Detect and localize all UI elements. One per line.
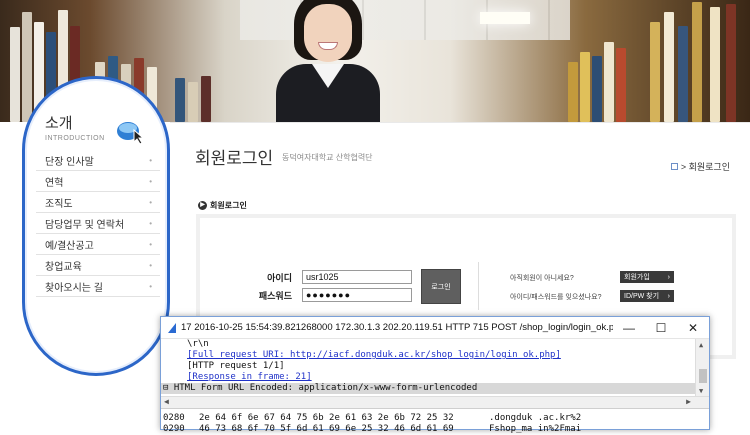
packet-tree-pane[interactable]: \r\n [Full request URI: http://iacf.dong… — [161, 339, 709, 409]
sidebar-item-organization[interactable]: 조직도 • — [36, 192, 160, 213]
id-input[interactable]: usr1025 — [302, 270, 412, 284]
scroll-left-icon[interactable]: ◀ — [164, 397, 169, 406]
tree-row-link[interactable]: [Full request URI: http://iacf.dongduk.a… — [161, 350, 709, 361]
sidebar-item-label: 예/결산공고 — [45, 240, 94, 252]
sidebar-item-budget[interactable]: 예/결산공고 • — [36, 234, 160, 255]
close-icon[interactable]: ✕ — [677, 321, 709, 335]
bullet-icon: • — [149, 281, 152, 291]
sidebar-header: 소개 INTRODUCTION — [45, 112, 105, 142]
find-button-label: ID/PW 찾기 — [624, 293, 660, 300]
password-label: 패스워드 — [258, 291, 292, 301]
globe-cursor-icon — [117, 122, 145, 144]
tree-row-selected[interactable]: ⊟ HTML Form URL Encoded: application/x-w… — [161, 383, 709, 394]
horizontal-scrollbar[interactable]: ◀ ▶ — [161, 396, 709, 408]
hex-offset: 0280 — [163, 413, 185, 423]
divider — [478, 262, 479, 310]
tree-row[interactable]: [HTTP request 1/1] — [161, 361, 709, 372]
sidebar-item-directions[interactable]: 찾아오시는 길 • — [36, 276, 160, 297]
window-title: 17 2016-10-25 15:54:39.821268000 172.30.… — [181, 322, 613, 333]
sidebar-item-contacts[interactable]: 담당업무 및 연락처 • — [36, 213, 160, 234]
scroll-up-icon[interactable]: ▲ — [699, 341, 703, 349]
chevron-right-icon: › — [667, 292, 670, 300]
sidebar-item-label: 조직도 — [45, 198, 73, 210]
find-id-pw-button[interactable]: ID/PW 찾기 › — [620, 290, 674, 302]
hex-ascii: .dongduk .ac.kr%2 — [489, 413, 582, 423]
id-label: 아이디 — [267, 273, 292, 283]
tree-row[interactable]: \r\n — [161, 339, 709, 350]
maximize-icon[interactable]: ☐ — [645, 321, 677, 335]
join-hint: 아직회원이 아니세요? — [510, 275, 574, 282]
tree-row-link[interactable]: [Response in frame: 21] — [161, 372, 709, 383]
student-photo — [272, 0, 382, 122]
sidebar-item-label: 연혁 — [45, 177, 64, 189]
home-icon[interactable] — [670, 163, 678, 170]
scroll-right-icon[interactable]: ▶ — [686, 397, 691, 406]
sidebar-subtitle: INTRODUCTION — [45, 135, 105, 142]
minimize-icon[interactable]: — — [613, 321, 645, 335]
breadcrumb: > 회원로그인 — [670, 160, 730, 173]
hex-bytes: 2e 64 6f 6e 67 64 75 6b 2e 61 63 2e 6b 7… — [199, 413, 454, 423]
hex-dump-pane[interactable]: 0280 2e 64 6f 6e 67 64 75 6b 2e 61 63 2e … — [161, 409, 709, 435]
bullet-icon: • — [149, 197, 152, 207]
bullet-icon: • — [149, 176, 152, 186]
ceiling-lamp — [480, 12, 530, 24]
sidebar-menu: 단장 인사말 • 연혁 • 조직도 • 담당업무 및 연락처 • 예/결산공고 • 창업교… — [36, 150, 160, 297]
sidebar-item-label: 창업교육 — [45, 261, 82, 273]
bullet-icon: • — [149, 239, 152, 249]
section-label: 회원로그인 — [210, 201, 247, 210]
scroll-thumb[interactable] — [699, 369, 707, 383]
scroll-down-icon[interactable]: ▼ — [699, 387, 703, 395]
find-account-hint: 아이디/패스워드를 잊으셨나요? — [510, 294, 602, 301]
window-titlebar[interactable]: 17 2016-10-25 15:54:39.821268000 172.30.… — [161, 317, 709, 339]
packet-detail-window: 17 2016-10-25 15:54:39.821268000 172.30.… — [160, 316, 710, 434]
sidebar-item-startup-education[interactable]: 창업교육 • — [36, 255, 160, 276]
arrow-circle-icon: ▶ — [198, 201, 207, 210]
sidebar-item-label: 담당업무 및 연락처 — [45, 219, 125, 231]
bullet-icon: • — [149, 260, 152, 270]
sidebar-item-greeting[interactable]: 단장 인사말 • — [36, 150, 160, 171]
sidebar-item-label: 단장 인사말 — [45, 156, 94, 168]
login-button[interactable]: 로그인 — [421, 269, 461, 304]
sidebar-title: 소개 — [45, 115, 73, 132]
page-title: 회원로그인 — [195, 149, 274, 168]
page-subtitle: 동덕여자대학교 산학협력단 — [282, 153, 373, 162]
bullet-icon: • — [149, 218, 152, 228]
hex-row[interactable]: 0280 2e 64 6f 6e 67 64 75 6b 2e 61 63 2e … — [163, 413, 709, 424]
right-bookshelf — [560, 0, 750, 122]
section-heading: ▶ 회원로그인 — [198, 200, 247, 211]
content-divider — [170, 122, 750, 123]
sidebar-item-label: 찾아오시는 길 — [45, 282, 103, 294]
join-button-label: 회원가입 — [624, 274, 650, 281]
chevron-right-icon: › — [667, 273, 670, 281]
sidebar-item-history[interactable]: 연혁 • — [36, 171, 160, 192]
shark-fin-icon — [168, 322, 176, 333]
bullet-icon: • — [149, 155, 152, 165]
password-input[interactable]: ●●●●●●● — [302, 288, 412, 302]
join-button[interactable]: 회원가입 › — [620, 271, 674, 283]
breadcrumb-current: > 회원로그인 — [680, 162, 730, 172]
